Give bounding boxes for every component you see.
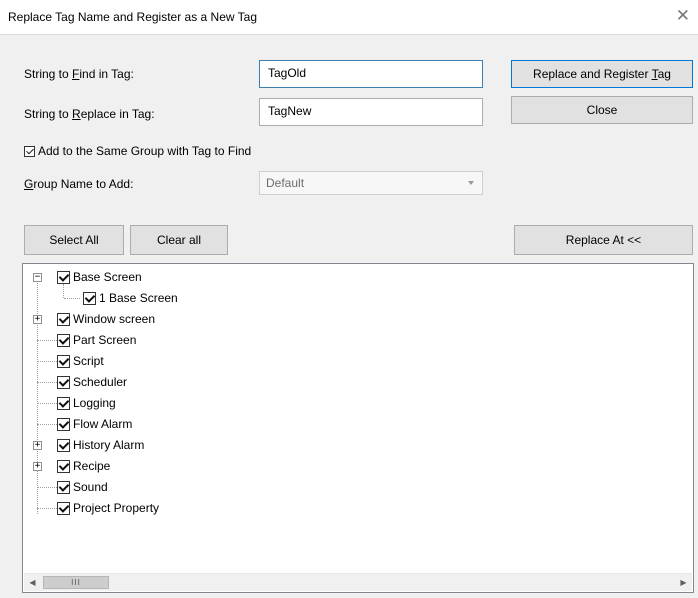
same-group-label: Add to the Same Group with Tag to Find [38, 144, 252, 158]
find-input[interactable]: TagOld [259, 60, 483, 88]
window-title: Replace Tag Name and Register as a New T… [8, 10, 258, 24]
tree-expand-toggle[interactable]: + [33, 462, 42, 471]
find-label: String to Find in Tag: [24, 67, 134, 81]
screen-tree[interactable]: − Base Screen 1 Base Screen + Window scr… [22, 263, 694, 593]
tree-item-logging[interactable]: Logging [57, 393, 116, 413]
tree-checkbox[interactable] [57, 396, 70, 410]
horizontal-scrollbar[interactable]: ◀ III ▶ [24, 573, 692, 591]
same-group-option[interactable]: Add to the Same Group with Tag to Find [24, 144, 251, 158]
tree-checkbox[interactable] [57, 333, 70, 347]
replace-input[interactable]: TagNew [259, 98, 483, 126]
title-bar: Replace Tag Name and Register as a New T… [0, 0, 698, 35]
scroll-right-icon[interactable]: ▶ [675, 574, 692, 591]
scrollbar-thumb[interactable]: III [43, 576, 109, 589]
tree-checkbox[interactable] [57, 501, 70, 515]
tree-item-1-base-screen[interactable]: 1 Base Screen [83, 288, 178, 308]
close-button[interactable]: Close [511, 96, 693, 124]
tree-checkbox[interactable] [57, 270, 70, 284]
tree-item-flow-alarm[interactable]: Flow Alarm [57, 414, 132, 434]
group-name-value: Default [266, 176, 305, 190]
scroll-left-icon[interactable]: ◀ [24, 574, 41, 591]
tree-expand-toggle[interactable]: + [33, 315, 42, 324]
tree-item-window-screen[interactable]: Window screen [57, 309, 155, 329]
clear-all-button[interactable]: Clear all [130, 225, 228, 255]
tree-connector [37, 508, 57, 509]
group-name-label: Group Name to Add: [24, 177, 134, 191]
tree-checkbox[interactable] [57, 417, 70, 431]
tree-checkbox[interactable] [83, 291, 96, 305]
tree-connector [37, 382, 57, 383]
tree-connector [37, 276, 38, 514]
tree-connector [37, 487, 57, 488]
tree-checkbox[interactable] [57, 438, 70, 452]
chevron-down-icon [468, 181, 474, 185]
tree-item-sound[interactable]: Sound [57, 477, 108, 497]
close-icon[interactable]: ✕ [676, 6, 690, 26]
tree-item-base-screen[interactable]: Base Screen [57, 267, 142, 287]
tree-connector [37, 361, 57, 362]
replace-label: String to Replace in Tag: [24, 107, 155, 121]
tree-expand-toggle[interactable]: + [33, 441, 42, 450]
same-group-checkbox[interactable] [24, 145, 35, 157]
select-all-button[interactable]: Select All [24, 225, 124, 255]
tree-checkbox[interactable] [57, 354, 70, 368]
tree-connector [37, 403, 57, 404]
replace-at-button[interactable]: Replace At << [514, 225, 693, 255]
tree-item-project-property[interactable]: Project Property [57, 498, 159, 518]
tree-item-scheduler[interactable]: Scheduler [57, 372, 127, 392]
tree-connector [37, 424, 57, 425]
tree-item-recipe[interactable]: Recipe [57, 456, 110, 476]
group-name-select[interactable]: Default [259, 171, 483, 195]
tree-connector [37, 340, 57, 341]
tree-item-history-alarm[interactable]: History Alarm [57, 435, 144, 455]
tree-checkbox[interactable] [57, 480, 70, 494]
tree-checkbox[interactable] [57, 375, 70, 389]
tree-item-part-screen[interactable]: Part Screen [57, 330, 136, 350]
replace-register-button[interactable]: Replace and Register Tag [511, 60, 693, 88]
dialog-body: String to Find in Tag: TagOld String to … [0, 35, 698, 598]
tree-checkbox[interactable] [57, 312, 70, 326]
tree-collapse-toggle[interactable]: − [33, 273, 42, 282]
tree-connector [64, 298, 80, 299]
tree-item-script[interactable]: Script [57, 351, 104, 371]
tree-checkbox[interactable] [57, 459, 70, 473]
